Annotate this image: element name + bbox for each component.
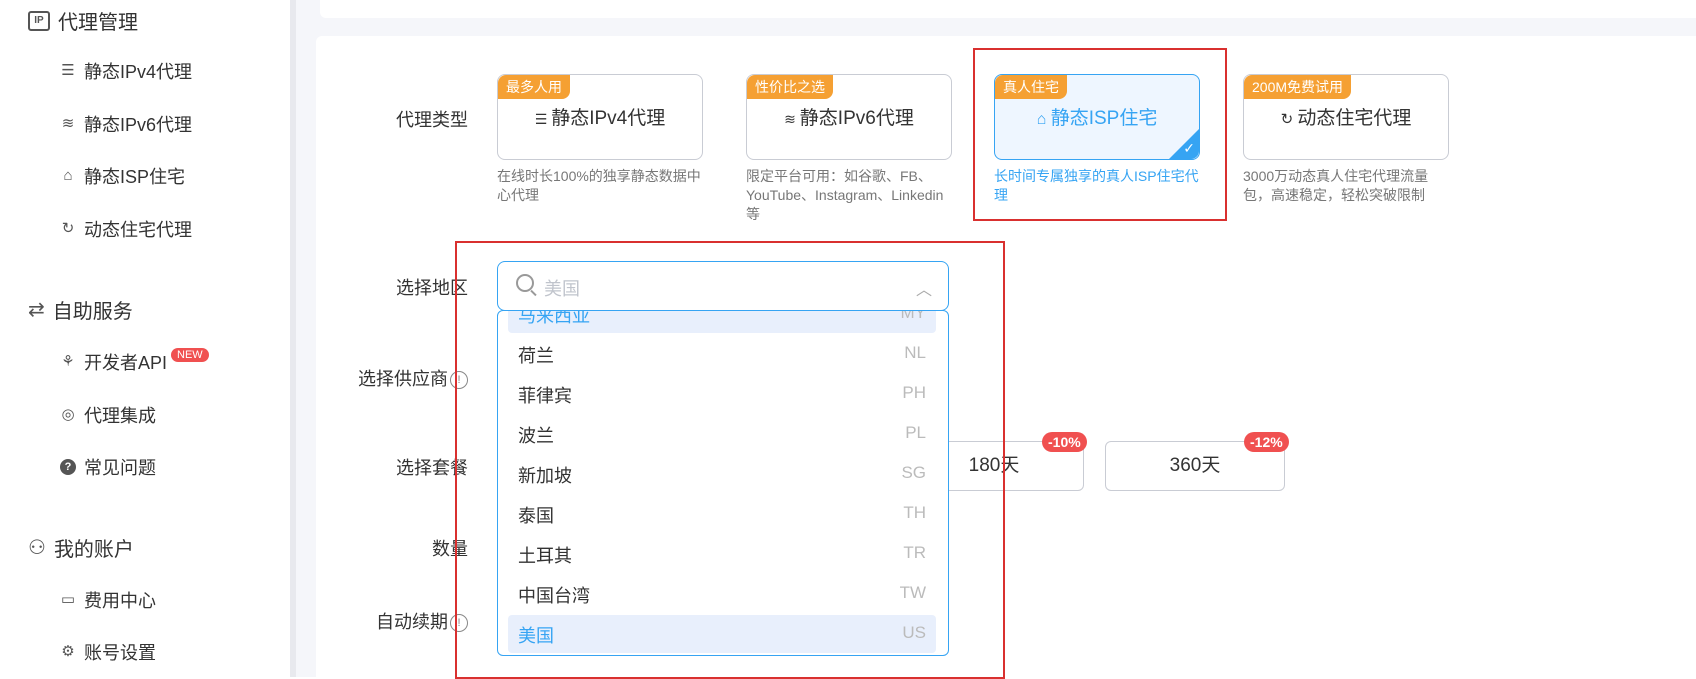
- server-icon: ☰: [534, 111, 552, 127]
- gear-icon: ⚙: [61, 643, 75, 660]
- ip-icon: IP: [28, 10, 50, 31]
- server-icon: ☰: [61, 62, 75, 79]
- sidebar-item-faq[interactable]: ? 常见问题: [60, 454, 156, 480]
- auto-renew-label: 自动续期!: [308, 608, 468, 634]
- sidebar-item-label: 静态IPv4代理: [84, 62, 193, 82]
- sidebar-item-label: 费用中心: [84, 591, 156, 611]
- type-name: ≋ 静态IPv6代理: [784, 108, 914, 129]
- api-icon: ⚘: [61, 353, 75, 370]
- highlight-box-region-dropdown: [455, 241, 1005, 679]
- region-label: 选择地区: [396, 278, 468, 298]
- sidebar-item-static-ipv4[interactable]: ☰ 静态IPv4代理: [60, 58, 192, 84]
- nav-group-label: 代理管理: [58, 12, 138, 34]
- top-notice-card: [320, 0, 1696, 18]
- self-service-icon: ⇄: [28, 299, 45, 321]
- layers-icon: ≋: [784, 111, 800, 127]
- sidebar-item-label: 静态IPv6代理: [84, 115, 193, 135]
- nav-group-my-account[interactable]: ⚇ 我的账户: [28, 533, 134, 562]
- home-icon: ⌂: [63, 167, 73, 184]
- user-icon: ⚇: [28, 537, 46, 559]
- help-icon: ?: [60, 459, 76, 475]
- supplier-label-text: 选择供应商: [358, 369, 448, 389]
- rotate-icon: ↻: [61, 220, 75, 237]
- sidebar-item-static-ipv6[interactable]: ≋ 静态IPv6代理: [60, 111, 192, 137]
- sidebar-item-label: 账号设置: [84, 643, 156, 663]
- nav-group-label: 自助服务: [52, 301, 133, 323]
- card-icon: ▭: [60, 591, 76, 608]
- discount-badge: -12%: [1244, 432, 1289, 452]
- proxy-type-card-ipv6[interactable]: 性价比之选 ≋ 静态IPv6代理: [746, 74, 952, 160]
- sidebar-item-label: 开发者API: [84, 353, 168, 373]
- type-name: ☰ 静态IPv4代理: [534, 108, 666, 129]
- sidebar-item-developer-api[interactable]: ⚘ 开发者API NEW: [60, 348, 209, 375]
- sidebar-item-static-isp[interactable]: ⌂ 静态ISP住宅: [60, 163, 185, 189]
- discount-badge: -10%: [1042, 432, 1087, 452]
- proxy-type-card-ipv4[interactable]: 最多人用 ☰ 静态IPv4代理: [497, 74, 703, 160]
- quantity-label: 数量: [432, 539, 468, 559]
- sidebar-item-label: 常见问题: [84, 458, 156, 478]
- auto-renew-label-text: 自动续期: [376, 612, 448, 632]
- layers-icon: ≋: [61, 115, 75, 132]
- highlight-box-proxy-type: [973, 48, 1227, 221]
- proxy-type-card-dynamic[interactable]: 200M免费试用 ↻ 动态住宅代理: [1243, 74, 1449, 160]
- type-desc: 在线时长100%的独享静态数据中心代理: [497, 168, 701, 203]
- type-tag: 性价比之选: [747, 75, 833, 99]
- type-tag: 最多人用: [498, 75, 570, 99]
- rotate-icon: ↻: [1280, 111, 1298, 128]
- type-tag: 200M免费试用: [1244, 75, 1352, 99]
- package-label: 选择套餐: [396, 458, 468, 478]
- sidebar-item-dynamic-residential[interactable]: ↻ 动态住宅代理: [60, 216, 192, 242]
- supplier-label: 选择供应商!: [308, 365, 468, 391]
- sidebar-item-billing[interactable]: ▭ 费用中心: [60, 587, 156, 613]
- sidebar: [0, 0, 290, 677]
- sidebar-item-label: 动态住宅代理: [84, 220, 192, 240]
- proxy-type-label: 代理类型: [396, 110, 468, 130]
- package-label-text: 360天: [1169, 455, 1221, 476]
- nav-group-self-service[interactable]: ⇄ 自助服务: [28, 295, 133, 324]
- type-desc: 限定平台可用：如谷歌、FB、YouTube、Instagram、Linkedin…: [746, 168, 944, 222]
- nav-group-label: 我的账户: [53, 539, 134, 561]
- sidebar-item-label: 代理集成: [84, 406, 156, 426]
- fingerprint-icon: ◎: [61, 406, 75, 423]
- type-name: ↻ 动态住宅代理: [1280, 108, 1412, 129]
- nav-group-proxy-management[interactable]: IP 代理管理: [28, 6, 138, 35]
- type-desc: 3000万动态真人住宅代理流量包，高速稳定，轻松突破限制: [1243, 168, 1429, 203]
- new-badge: NEW: [171, 348, 209, 362]
- sidebar-item-proxy-integration[interactable]: ◎ 代理集成: [60, 402, 156, 428]
- sidebar-item-account-settings[interactable]: ⚙ 账号设置: [60, 639, 156, 665]
- sidebar-item-label: 静态ISP住宅: [84, 167, 186, 187]
